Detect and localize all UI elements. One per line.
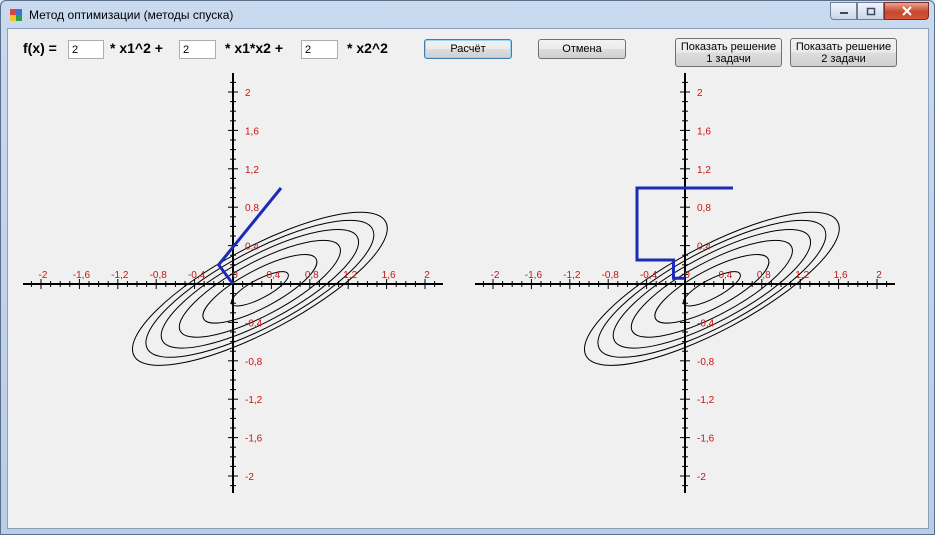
x-tick-label: -1,6 bbox=[525, 270, 543, 281]
x-tick-label: 0,8 bbox=[757, 270, 771, 281]
x-tick-label: 1,2 bbox=[795, 270, 809, 281]
x-tick-label: -2 bbox=[491, 270, 500, 281]
y-tick-label: 0,8 bbox=[697, 203, 711, 214]
y-tick-label: -0,8 bbox=[697, 357, 715, 368]
main-window: Метод оптимизации (методы спуска) f(x) =… bbox=[0, 0, 935, 535]
y-tick-label: -0,4 bbox=[697, 318, 715, 329]
contour-line bbox=[597, 219, 827, 358]
x-tick-label: 2 bbox=[876, 270, 882, 281]
contour-line bbox=[630, 239, 793, 338]
x-tick-label: -1,2 bbox=[563, 270, 581, 281]
x-tick-label: -0,8 bbox=[602, 270, 620, 281]
x-tick-label: 1,6 bbox=[834, 270, 848, 281]
y-tick-label: 1,6 bbox=[697, 126, 711, 137]
y-tick-label: 1,2 bbox=[697, 165, 711, 176]
y-tick-label: 0,4 bbox=[697, 242, 711, 253]
x-tick-label: 0,4 bbox=[718, 270, 732, 281]
x-tick-label: 0 bbox=[684, 270, 690, 281]
x-tick-label: -0,4 bbox=[640, 270, 658, 281]
y-tick-label: 2 bbox=[697, 88, 703, 99]
y-tick-label: -1,2 bbox=[697, 395, 715, 406]
y-tick-label: -1,6 bbox=[697, 434, 715, 445]
contour-plot-task-2: -2 -1,6 -1,2 -0,8 -0,4 0 0,4 0,8 1,2 1,6 2 2 1,6 1,2 0… bbox=[475, 73, 895, 493]
y-tick-label: -2 bbox=[697, 472, 706, 483]
